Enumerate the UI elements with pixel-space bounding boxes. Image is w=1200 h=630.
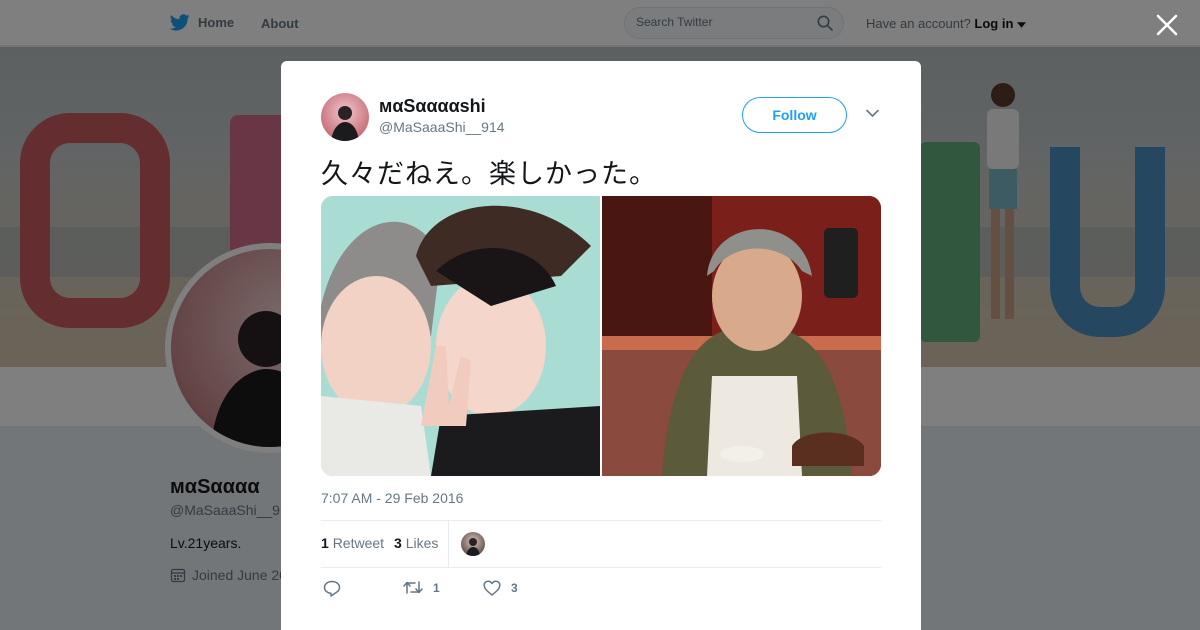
reply-icon (323, 580, 341, 597)
tweet-modal: мαSααααshi @MaSaaaShi__914 Follow 久々だねえ。… (281, 61, 921, 630)
retweet-action-count: 1 (433, 580, 440, 595)
like-action-count: 3 (511, 581, 518, 595)
liker-avatar[interactable] (461, 532, 485, 556)
tweet-photo-1[interactable] (321, 196, 600, 476)
avatar-person (466, 538, 480, 556)
stats-separator (448, 521, 449, 567)
avatar-person (331, 106, 359, 141)
tweet-author-avatar[interactable] (321, 93, 369, 141)
retweet-button[interactable]: 1 (403, 580, 440, 595)
divider (321, 567, 881, 568)
like-count: 3 (394, 535, 402, 551)
tweet-actions: 1 3 (321, 580, 621, 600)
like-label: Likes (405, 535, 439, 551)
like-button[interactable]: 3 (483, 580, 518, 596)
tweet-author-handle[interactable]: @MaSaaaShi__914 (379, 119, 505, 135)
reply-button[interactable] (323, 580, 341, 597)
tweet-author-name[interactable]: мαSααααshi (379, 96, 486, 117)
tweet-timestamp[interactable]: 7:07 AM - 29 Feb 2016 (321, 490, 463, 506)
retweet-icon (403, 581, 423, 594)
divider (321, 520, 881, 521)
tweet-photo-2[interactable] (602, 196, 881, 476)
follow-button[interactable]: Follow (742, 97, 847, 133)
chevron-down-icon[interactable] (866, 109, 879, 118)
retweet-stat[interactable]: 1 Retweet (321, 535, 384, 551)
retweet-label: Retweet (332, 535, 385, 551)
photo-illustration (321, 196, 600, 476)
tweet-stats: 1 Retweet 3 Likes (321, 535, 438, 551)
retweet-count: 1 (321, 535, 329, 551)
like-stat[interactable]: 3 Likes (394, 535, 438, 551)
tweet-text: 久々だねえ。楽しかった。 (321, 159, 657, 190)
heart-icon (483, 580, 501, 596)
close-icon[interactable] (1154, 12, 1180, 38)
photo-illustration (602, 196, 881, 476)
